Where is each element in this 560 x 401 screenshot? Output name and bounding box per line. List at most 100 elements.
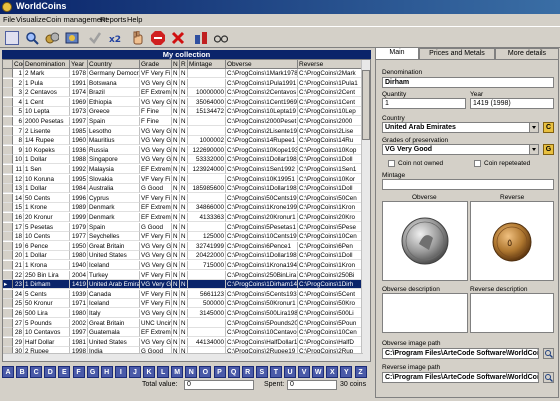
letter-button-f[interactable]: F (72, 366, 85, 378)
obverse-browse-button[interactable] (543, 348, 554, 359)
search-button[interactable] (22, 28, 41, 47)
letter-button-g[interactable]: G (86, 366, 99, 378)
row-indicator[interactable] (3, 155, 13, 165)
quantity-field[interactable]: 1 (382, 98, 466, 109)
column-header-cod[interactable]: Cod (13, 60, 24, 69)
table-row[interactable]: 24 5 Cents 1939 Canada VF Very Fi N N 5661123 C:… (3, 289, 370, 299)
table-row[interactable]: 21 Pula 1991 Botswana VG Very G N N C:\ProgCoi… (3, 78, 370, 88)
row-indicator[interactable] (3, 203, 13, 213)
row-indicator[interactable] (3, 270, 13, 280)
country-button[interactable]: C (543, 122, 554, 133)
mintage-field[interactable] (382, 179, 554, 190)
tab-more-details[interactable]: More details (495, 48, 559, 59)
column-header-n[interactable]: N (172, 60, 180, 69)
letter-button-e[interactable]: E (58, 366, 71, 378)
hand-button[interactable] (128, 28, 147, 47)
table-row[interactable]: 19 6 Pence 1950 Great Britain VG Very G N N 327… (3, 241, 370, 251)
table-row[interactable]: 28 10 Centavos 1997 Guatemala EF Extrem N N C:\… (3, 328, 370, 338)
table-row[interactable]: ▸231 Dirham1419United Arab EmiratesVG Ve… (3, 280, 370, 290)
row-indicator[interactable] (3, 184, 13, 194)
row-indicator[interactable] (3, 136, 13, 146)
column-header-reverse[interactable]: Reverse (298, 60, 362, 69)
letter-button-l[interactable]: L (157, 366, 170, 378)
letter-button-w[interactable]: W (312, 366, 325, 378)
row-indicator[interactable] (3, 222, 13, 232)
row-indicator[interactable] (3, 251, 13, 261)
letter-button-m[interactable]: M (171, 366, 184, 378)
letter-button-q[interactable]: Q (227, 366, 240, 378)
letter-button-b[interactable]: B (16, 366, 29, 378)
table-row[interactable]: 32 Centavos 1974 Brazil EF Extrem N N 10000000… (3, 88, 370, 98)
obverse-path-field[interactable]: C:\Program Files\ArteCode Software\World… (382, 348, 539, 359)
table-row[interactable]: 12 Mark1978Germany Democratic RVF Very F… (3, 69, 370, 78)
menu-reports[interactable]: Reports (100, 15, 126, 24)
letter-button-t[interactable]: T (269, 366, 282, 378)
row-indicator[interactable] (3, 328, 13, 338)
coin-grid[interactable]: CodDenominationYearCountryGradeNRMintage… (2, 59, 371, 362)
glasses-button[interactable] (211, 28, 230, 47)
row-indicator[interactable] (3, 213, 13, 222)
letter-button-z[interactable]: Z (354, 366, 367, 378)
coins-button[interactable] (42, 28, 61, 47)
letter-button-a[interactable]: A (2, 366, 14, 378)
grid-vertical-scrollbar[interactable] (361, 60, 370, 361)
table-row[interactable]: 18 10 Cents 1977 Seychelles VF Very Fi N N 1250… (3, 232, 370, 242)
reverse-description-field[interactable] (470, 293, 554, 333)
letter-button-d[interactable]: D (44, 366, 57, 378)
table-row[interactable]: 27 5 Pounds 2002 Great Britain UNC Uncir N N C:… (3, 318, 370, 328)
table-row[interactable]: 21 1 Krona 1940 Iceland VG Very G N N 715000 C:\… (3, 261, 370, 270)
grade-select[interactable]: VG Very Good (382, 144, 539, 155)
row-indicator[interactable]: ▸ (3, 280, 13, 290)
letter-button-n[interactable]: N (185, 366, 198, 378)
row-indicator[interactable] (3, 241, 13, 251)
table-row[interactable]: 72 Lisente 1985 Lesotho VG Very G N N C:\ProgC… (3, 126, 370, 136)
row-indicator[interactable] (3, 193, 13, 203)
column-header-mintage[interactable]: Mintage (188, 60, 226, 69)
letter-button-y[interactable]: Y (340, 366, 353, 378)
row-indicator[interactable] (3, 69, 13, 78)
row-indicator[interactable] (3, 117, 13, 126)
row-indicator[interactable] (3, 289, 13, 299)
column-header-r[interactable]: R (180, 60, 188, 69)
letter-button-i[interactable]: I (114, 366, 127, 378)
row-indicator[interactable] (3, 165, 13, 174)
reverse-image[interactable]: ٥ (470, 201, 554, 281)
grid-horizontal-scrollbar[interactable] (3, 353, 363, 361)
repeated-checkbox[interactable] (474, 160, 481, 167)
table-row[interactable]: 22 250 Bin Lira 2004 Turkey VF Very Fi N N C:\P… (3, 270, 370, 280)
info-button[interactable] (191, 28, 210, 47)
table-row[interactable]: 6 2000 Pesetas 1997 Spain F Fine N N C:\ProgCoi… (3, 117, 370, 126)
row-indicator[interactable] (3, 337, 13, 347)
country-select[interactable]: United Arab Emirates (382, 122, 539, 133)
obverse-image[interactable] (382, 201, 468, 281)
table-row[interactable]: 41 Cent 1969 Ethiopia VG Very G N N 35064000 C:… (3, 97, 370, 107)
row-indicator[interactable] (3, 309, 13, 318)
table-row[interactable]: 14 50 Cents 1996 Cyprus VF Very Fi N N C:\ProgC… (3, 193, 370, 203)
table-row[interactable]: 5 10 Lepta 1973 Greece F Fine N N 15134472 C:\Pr… (3, 107, 370, 117)
letter-button-s[interactable]: S (255, 366, 268, 378)
letter-button-r[interactable]: R (241, 366, 254, 378)
table-row[interactable]: 11 1 Sen 1992 Malaysia EF Extrem N N 123924000 C… (3, 165, 370, 174)
row-indicator[interactable] (3, 107, 13, 117)
menu-file[interactable]: File (3, 15, 15, 24)
table-row[interactable]: 26 500 Lira 1980 Italy VG Very G N N 3145000 C:\… (3, 309, 370, 318)
table-row[interactable]: 20 1 Dollar 1980 United States VG Very G N N 20… (3, 251, 370, 261)
row-indicator[interactable] (3, 261, 13, 270)
column-header-obverse[interactable]: Obverse (226, 60, 298, 69)
tab-prices-and-metals[interactable]: Prices and Metals (419, 48, 495, 59)
duplicate-button[interactable]: x2 (105, 28, 124, 47)
scroll-thumb[interactable] (362, 70, 370, 140)
table-row[interactable]: 10 1 Dollar 1988 Singapore VG Very G N N 533320… (3, 155, 370, 165)
table-row[interactable]: 9 10 Kopeks 1936 Russia VG Very G N N 122690000… (3, 145, 370, 155)
table-row[interactable]: 8 1/4 Rupee 1960 Mauritius VG Very G N N 100000… (3, 136, 370, 146)
not-owned-checkbox[interactable] (388, 160, 395, 167)
year-field[interactable]: 1419 (1998) (470, 98, 554, 109)
row-indicator[interactable] (3, 318, 13, 328)
menu-coin-management[interactable]: Coin management (46, 15, 107, 24)
stop-button[interactable] (148, 28, 167, 47)
table-row[interactable]: 16 20 Kronur 1999 Denmark EF Extrem N N 4133363… (3, 213, 370, 222)
table-row[interactable]: 12 10 Koruna 1995 Slovakia VF Very Fi N N C:\Pr… (3, 174, 370, 184)
row-indicator[interactable] (3, 299, 13, 309)
row-indicator[interactable] (3, 145, 13, 155)
filter-button[interactable] (2, 28, 21, 47)
